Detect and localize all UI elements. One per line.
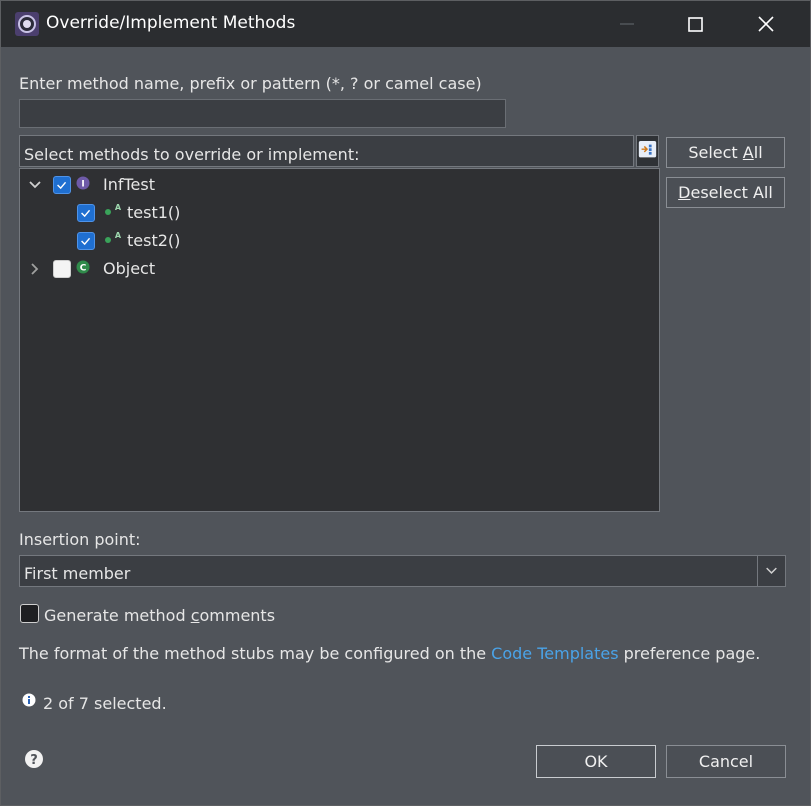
generate-comments-text: Generate method xyxy=(44,606,191,625)
maximize-icon[interactable] xyxy=(673,1,719,47)
window-title: Override/Implement Methods xyxy=(46,13,296,33)
svg-text:I: I xyxy=(81,180,84,190)
info-prefix: The format of the method stubs may be co… xyxy=(19,644,492,663)
close-icon[interactable] xyxy=(743,1,789,47)
tree-node-test1[interactable]: A test1() xyxy=(20,199,657,227)
eclipse-app-icon xyxy=(15,12,39,36)
tree-label-test2: test2() xyxy=(127,231,181,250)
chevron-down-icon[interactable] xyxy=(757,556,785,586)
svg-text:C: C xyxy=(80,264,87,274)
select-all-label: Select xyxy=(688,143,743,162)
select-all-mnemonic: A xyxy=(742,143,754,162)
ok-button[interactable]: OK xyxy=(536,745,656,778)
test1-checkbox[interactable] xyxy=(77,204,95,222)
abstract-method-icon: A xyxy=(105,203,122,215)
inftest-checkbox[interactable] xyxy=(53,176,71,194)
methods-header-label: Select methods to override or implement: xyxy=(24,145,360,164)
generate-comments-label[interactable]: Generate method comments xyxy=(44,606,275,625)
selection-status: 2 of 7 selected. xyxy=(43,694,167,713)
class-icon: C xyxy=(76,260,90,274)
filter-label: Enter method name, prefix or pattern (*,… xyxy=(19,74,482,93)
help-icon[interactable]: ? xyxy=(24,749,44,769)
tree-node-object[interactable]: C Object xyxy=(20,255,657,283)
generate-comments-checkbox[interactable] xyxy=(20,604,39,623)
tree-label-test1: test1() xyxy=(127,203,181,222)
svg-text:?: ? xyxy=(30,753,38,768)
tree-node-inftest[interactable]: I InfTest xyxy=(20,171,657,199)
insertion-point-value: First member xyxy=(24,564,131,583)
code-templates-info: The format of the method stubs may be co… xyxy=(19,644,760,663)
methods-header: Select methods to override or implement: xyxy=(19,135,634,167)
svg-text:A: A xyxy=(115,203,122,212)
methods-tree[interactable]: I InfTest A test1() A test2() C Object xyxy=(19,168,660,512)
dialog-window: Override/Implement Methods Enter method … xyxy=(0,0,811,806)
abstract-method-icon: A xyxy=(105,231,122,243)
interface-icon: I xyxy=(76,176,90,190)
chevron-right-icon[interactable] xyxy=(29,263,41,275)
tree-label-inftest: InfTest xyxy=(103,175,155,194)
info-suffix: preference page. xyxy=(618,644,761,663)
info-icon xyxy=(22,693,36,707)
sort-by-type-icon[interactable] xyxy=(636,135,659,167)
insertion-point-select[interactable]: First member xyxy=(19,555,786,587)
title-bar[interactable]: Override/Implement Methods xyxy=(1,1,810,47)
code-templates-link[interactable]: Code Templates xyxy=(491,644,618,663)
minimize-icon[interactable] xyxy=(604,1,650,47)
deselect-all-button[interactable]: Deselect All xyxy=(666,177,785,208)
test2-checkbox[interactable] xyxy=(77,232,95,250)
tree-label-object: Object xyxy=(103,259,156,278)
deselect-all-label-rest: eselect All xyxy=(690,183,773,202)
filter-input[interactable] xyxy=(19,99,506,128)
select-all-button[interactable]: Select All xyxy=(666,137,785,168)
object-checkbox[interactable] xyxy=(53,260,71,278)
select-all-label-rest: ll xyxy=(753,143,763,162)
chevron-down-icon[interactable] xyxy=(29,179,41,191)
cancel-button[interactable]: Cancel xyxy=(666,745,786,778)
insertion-point-label: Insertion point: xyxy=(19,530,141,549)
deselect-all-mnemonic: D xyxy=(678,183,691,202)
generate-comments-text-rest: omments xyxy=(199,606,276,625)
tree-node-test2[interactable]: A test2() xyxy=(20,227,657,255)
svg-text:A: A xyxy=(115,231,122,240)
